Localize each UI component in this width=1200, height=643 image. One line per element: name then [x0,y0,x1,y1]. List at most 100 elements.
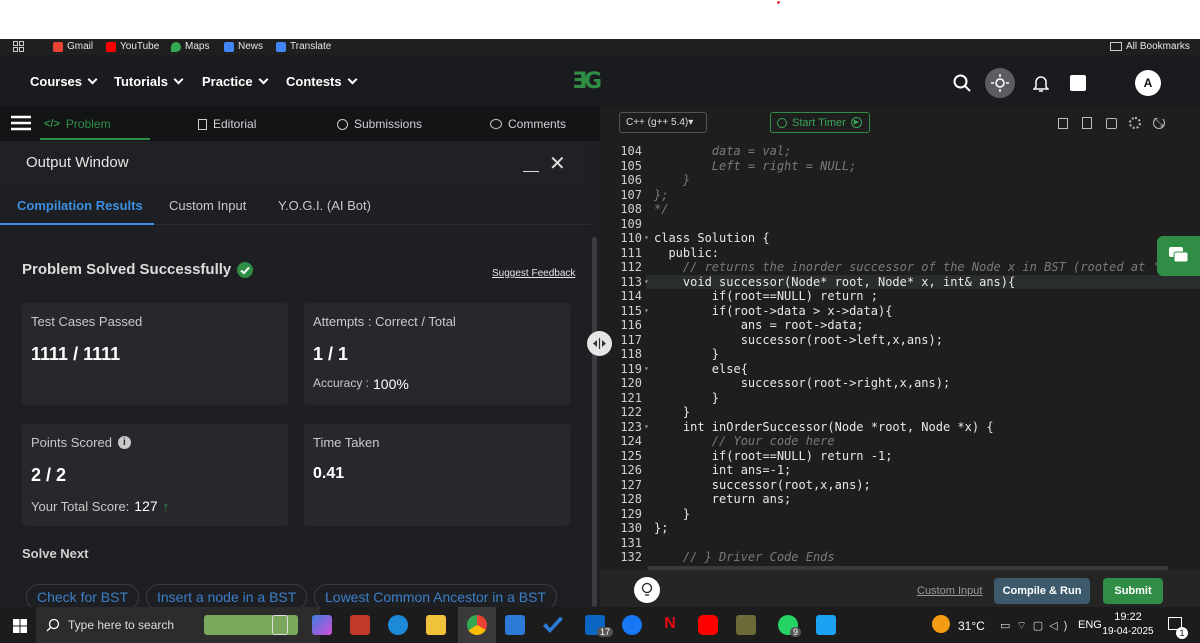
fold-chevron-icon[interactable]: ▾ [644,362,649,377]
code-area[interactable]: 104 data = val; 105 Left = right = NULL; 1… [600,144,1200,568]
bulb-icon[interactable] [634,577,660,603]
youtube-icon [106,41,116,52]
suggest-feedback-link[interactable]: Suggest Feedback [492,268,575,279]
copilot-icon[interactable] [312,615,332,635]
chevron-down-icon: ▾ [688,117,694,128]
bookmark-youtube[interactable]: YouTube [106,41,159,52]
custom-input-link[interactable]: Custom Input [917,585,982,597]
fold-chevron-icon[interactable]: ▾ [644,231,649,246]
fold-chevron-icon[interactable]: ▾ [644,420,649,435]
line-number: 129 [620,506,642,521]
export-icon[interactable] [1082,117,1092,129]
facebook-icon[interactable] [622,615,642,635]
bookmark-translate[interactable]: Translate [276,41,331,52]
panel-resize-handle[interactable] [587,331,612,356]
active-tab-underline [40,138,150,140]
line-number: 107 [620,187,642,202]
avatar[interactable]: A [1135,70,1161,96]
nav-tutorials[interactable]: Tutorials [114,74,184,89]
start-timer-button[interactable]: Start Timer ▶ [770,112,870,133]
chrome-icon[interactable] [467,615,487,635]
menu-icon[interactable] [10,114,32,132]
apps-grid-icon[interactable] [13,41,24,52]
tab-custom-input[interactable]: Custom Input [169,198,246,213]
tab-yogi-bot[interactable]: Y.O.G.I. (AI Bot) [278,198,371,213]
minimize-icon[interactable] [523,156,539,172]
line-number: 132 [620,550,642,564]
windows-start-icon[interactable] [13,619,27,633]
all-bookmarks[interactable]: All Bookmarks [1110,41,1190,52]
bookmark-news[interactable]: News [224,41,263,52]
editor-toolbar: C++ (g++ 5.4)▾ Start Timer ▶ [600,106,1200,140]
language-select[interactable]: C++ (g++ 5.4)▾ [619,112,707,133]
code-line: }; [654,521,669,535]
points-value: 2 / 2 [31,465,67,485]
code-line: int inOrderSuccessor(Node *root, Node *x… [654,419,994,434]
test-cases-label: Test Cases Passed [31,314,143,329]
fold-chevron-icon[interactable]: ▾ [644,304,649,319]
tab-submissions[interactable]: Submissions [337,117,422,131]
translate-page-icon[interactable] [1070,75,1086,91]
nav-courses[interactable]: Courses [30,74,98,89]
code-line: void successor(Node* root, Node* x, int&… [654,274,1016,289]
arrow-up-icon: ↑ [162,498,170,514]
nav-practice[interactable]: Practice [202,74,269,89]
gfg-logo[interactable]: ƎG [572,69,602,94]
info-icon[interactable]: i [117,436,131,449]
app-red-icon[interactable] [350,615,370,635]
nav-contests[interactable]: Contests [286,74,358,89]
todo-check-icon[interactable] [543,616,563,633]
line-number: 120 [620,376,642,390]
document-icon [198,118,207,130]
compile-run-button[interactable]: Compile & Run [994,578,1090,604]
file-explorer-icon[interactable] [426,615,446,635]
scrollbar-thumb[interactable] [592,237,597,607]
code-line: class Solution { [654,231,770,245]
folder-icon [1110,42,1122,51]
bookmark-maps[interactable]: Maps [171,41,209,52]
card-attempts: Attempts : Correct / Total 1 / 1 Accurac… [304,303,570,405]
app-icon[interactable] [736,615,756,635]
gear-icon[interactable] [1129,117,1141,129]
test-cases-value: 1111 / 1111 [31,344,121,364]
expand-icon[interactable]: ⤡ [1154,115,1164,130]
search-placeholder: Type here to search [68,618,175,632]
chat-bot-button[interactable] [1157,236,1200,276]
task-view-icon[interactable] [272,615,288,635]
copy-icon[interactable] [1058,118,1068,129]
line-number: 126 [620,463,642,477]
edge-icon[interactable] [388,615,408,635]
solve-next-heading: Solve Next [22,546,89,561]
fold-chevron-icon[interactable]: ▾ [644,275,649,290]
clock-time[interactable]: 19:22 [1106,611,1150,623]
resize-arrows-icon [593,338,606,349]
editor-bottom-bar: Custom Input Compile & Run Submit [600,570,1200,607]
line-number: 109 [620,216,642,231]
upload-icon[interactable] [1106,118,1117,129]
line-number: 115 [620,303,642,318]
bookmark-gmail[interactable]: Gmail [53,41,93,52]
bell-icon[interactable] [1033,74,1049,92]
weather-icon[interactable] [932,615,950,633]
youtube-icon[interactable] [698,615,718,635]
tab-compilation-results[interactable]: Compilation Results [17,198,143,213]
chevron-down-icon [87,74,98,85]
tab-comments[interactable]: Comments [490,117,566,131]
system-tray-icons[interactable]: ▭⌔▢◁) [1000,619,1073,633]
theme-toggle[interactable] [985,68,1015,98]
clock-date[interactable]: 19-04-2025 [1098,626,1158,637]
output-subtabs: Compilation Results Custom Input Y.O.G.I… [0,185,590,225]
code-line: ans = root->data; [654,318,864,332]
code-line: // } Driver Code Ends [654,550,835,564]
vscode-icon[interactable] [505,615,525,635]
search-icon[interactable] [953,74,971,92]
status-row: Problem Solved Successfully [22,261,254,278]
time-label: Time Taken [313,435,380,450]
twitter-icon[interactable] [816,615,836,635]
submit-button[interactable]: Submit [1103,578,1163,604]
points-label-row: Points Scored i [31,435,131,450]
tab-problem[interactable]: </> Problem [44,117,111,131]
tab-editorial[interactable]: Editorial [198,117,256,131]
netflix-icon[interactable]: N [660,615,680,635]
close-icon[interactable]: ✕ [549,154,566,174]
